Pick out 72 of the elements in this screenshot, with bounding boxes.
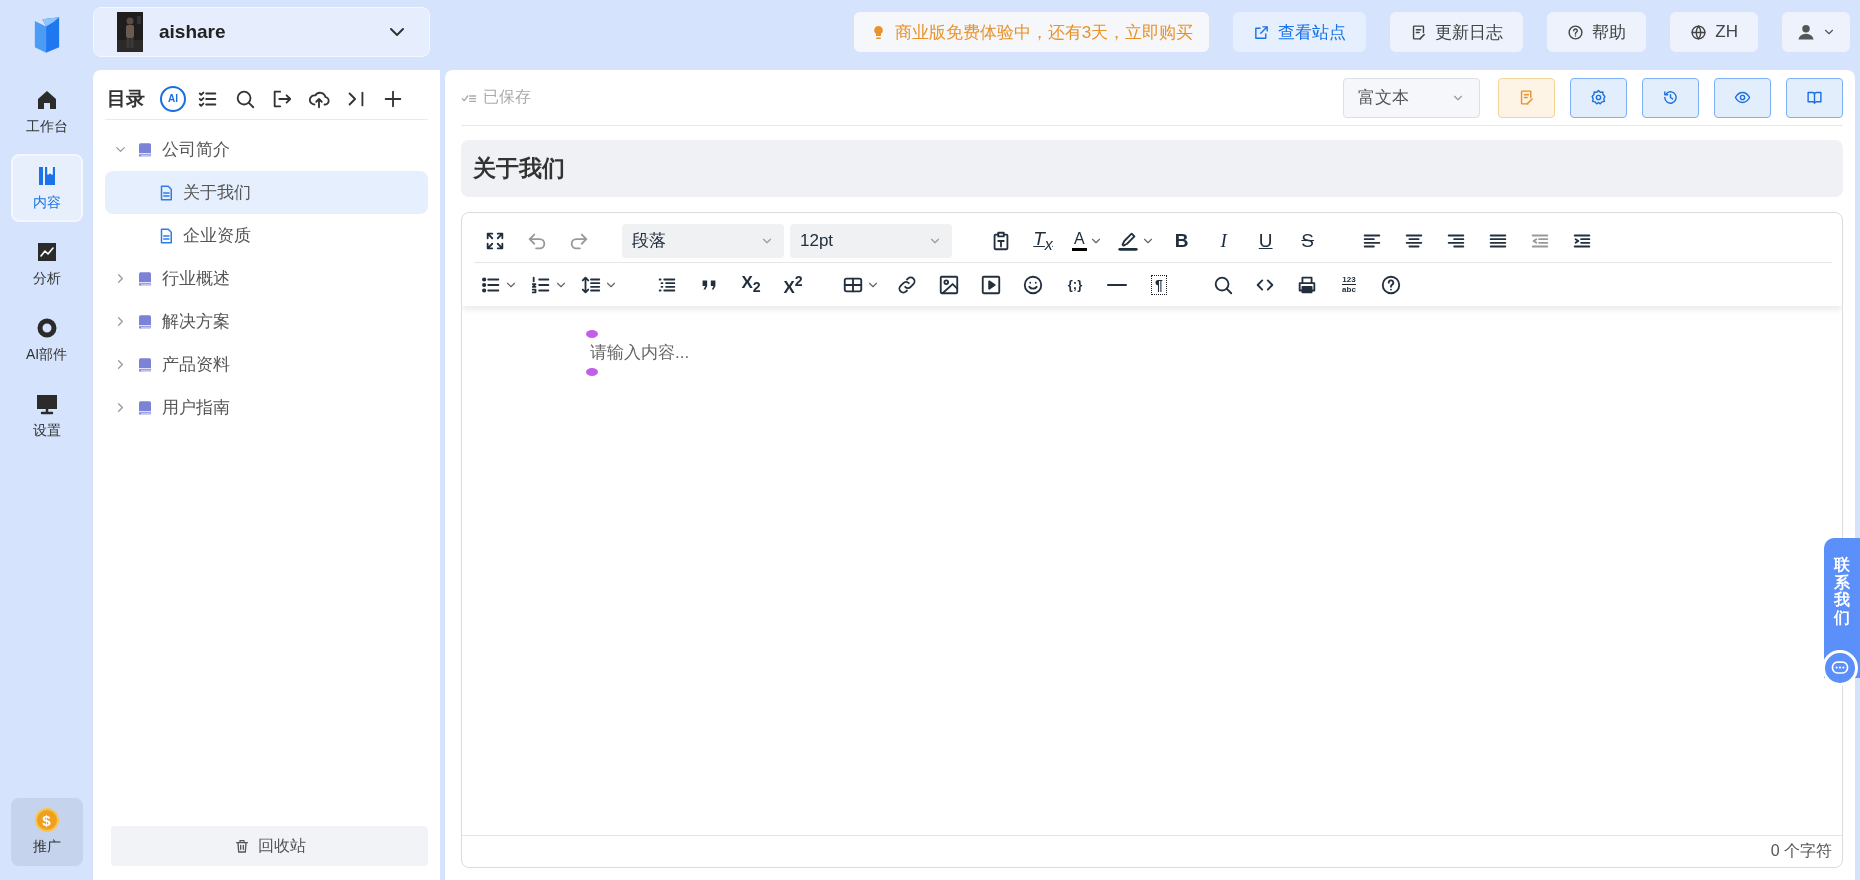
block-format-select[interactable]: 段落 — [622, 223, 784, 258]
eye-button[interactable] — [1714, 77, 1771, 118]
external-link-icon — [1253, 23, 1271, 41]
book-icon — [136, 269, 154, 288]
edit-icon — [1518, 89, 1535, 106]
superscript-button[interactable]: X$^{2}$ — [772, 267, 814, 302]
media-icon — [980, 273, 1002, 296]
trash-icon — [233, 838, 250, 854]
eye-icon — [1734, 89, 1751, 106]
help-icon — [1380, 273, 1402, 296]
tree-item[interactable]: 公司简介 — [105, 128, 428, 171]
workspace-name: aishare — [159, 21, 227, 43]
document-icon — [1410, 23, 1428, 41]
cursor-handle-icon — [586, 368, 598, 376]
monitor-icon — [34, 392, 59, 416]
italic-button[interactable]: I — [1202, 223, 1245, 258]
content-placeholder: 请输入内容... — [590, 342, 690, 364]
underline-button[interactable]: U — [1244, 223, 1287, 258]
book-icon — [136, 398, 154, 417]
tree-item[interactable]: 解决方案 — [105, 300, 428, 343]
word-count-button[interactable]: 123 abc — [1328, 267, 1370, 302]
header-button[interactable]: 帮助 — [1547, 12, 1647, 52]
help-icon — [1567, 23, 1585, 41]
tree-item[interactable]: 行业概述 — [105, 257, 428, 300]
header-button[interactable]: 更新日志 — [1390, 12, 1524, 52]
content-editor[interactable]: 请输入内容... — [462, 306, 1814, 835]
history-button[interactable] — [1642, 77, 1699, 118]
font-size-select[interactable]: 12pt — [790, 223, 952, 258]
code-sample-button[interactable]: {;} — [1054, 267, 1096, 302]
emoji-icon — [1022, 273, 1044, 296]
tree-item[interactable]: 关于我们 — [105, 171, 428, 214]
workspace-selector[interactable]: aishare — [93, 7, 430, 57]
document-title: 关于我们 — [461, 140, 1843, 197]
header-button[interactable]: 查看站点 — [1233, 12, 1367, 52]
subscript-button[interactable]: X$_{2}$ — [730, 267, 772, 302]
globe-icon — [1690, 23, 1708, 41]
book-icon — [136, 312, 154, 331]
clear-format-button[interactable]: T$_{x}$ — [1022, 223, 1064, 258]
book-icon — [136, 140, 154, 159]
image-icon — [938, 273, 960, 296]
tree-item[interactable]: 产品资料 — [105, 343, 428, 386]
coin-icon: $ — [34, 808, 59, 832]
catalog-title: 目录 — [107, 86, 145, 111]
character-count: 0 个字符 — [1770, 841, 1832, 861]
settings-icon — [1590, 89, 1607, 106]
nav-item[interactable]: 设置 — [10, 382, 83, 450]
book-icon — [136, 355, 154, 374]
logo-icon — [32, 14, 61, 56]
strikethrough-button[interactable]: S — [1286, 223, 1329, 258]
bold-button[interactable]: B — [1160, 223, 1203, 258]
font-color-button[interactable]: A — [1064, 223, 1111, 258]
user-menu-button[interactable] — [1782, 12, 1850, 52]
book-icon — [1806, 89, 1823, 106]
save-status: 已保存 — [483, 87, 531, 107]
nav-item[interactable]: 工作台 — [10, 78, 83, 146]
settings-button[interactable] — [1570, 77, 1627, 118]
cursor-handle-icon — [586, 330, 598, 338]
nav-item[interactable]: $ 推广 — [10, 798, 83, 866]
nav-item[interactable]: 分析 — [10, 230, 83, 298]
ai-button[interactable]: AI — [160, 85, 186, 112]
nav-item[interactable]: AI部件 — [10, 306, 83, 374]
header-button[interactable]: ZH — [1670, 12, 1758, 52]
history-icon — [1662, 89, 1679, 106]
horizontal-rule-icon — [1107, 282, 1127, 287]
user-icon — [1796, 22, 1816, 42]
tree-item[interactable]: 用户指南 — [105, 386, 428, 429]
editor-mode-select[interactable]: 富文本 — [1343, 77, 1480, 118]
book-button[interactable] — [1786, 77, 1843, 118]
tree-item[interactable]: 企业资质 — [105, 214, 428, 257]
nav-item[interactable]: 内容 — [10, 154, 83, 222]
recycle-bin-button[interactable]: 回收站 — [111, 826, 428, 866]
show-blocks-button[interactable]: ¶ — [1138, 267, 1180, 302]
